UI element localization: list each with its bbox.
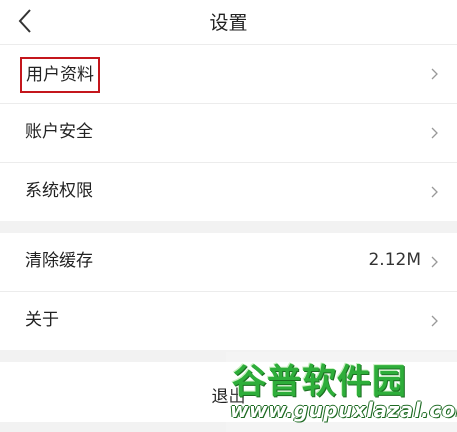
row-label: 关于: [25, 310, 59, 330]
page-title: 设置: [209, 12, 248, 34]
chevron-right-icon: [431, 68, 438, 80]
row-account-security[interactable]: 账户安全: [0, 104, 457, 163]
row-about[interactable]: 关于: [0, 292, 457, 350]
cache-size-value: 2.12M: [368, 250, 421, 270]
row-system-permissions[interactable]: 系统权限: [0, 163, 457, 221]
row-label: 账户安全: [25, 122, 93, 142]
watermark-url: www.gupuxlazal.com: [230, 398, 457, 422]
settings-group-account: 用户资料 账户安全 系统权限: [0, 45, 457, 221]
row-label: 清除缓存: [25, 251, 93, 271]
chevron-right-icon: [431, 256, 438, 268]
header-bar: 设置: [0, 0, 457, 45]
row-label: 系统权限: [25, 181, 93, 201]
settings-group-app: 清除缓存 2.12M 关于: [0, 233, 457, 350]
row-clear-cache[interactable]: 清除缓存 2.12M: [0, 233, 457, 292]
watermark-logo: 谷普软件园 www.gupuxlazal.com: [226, 352, 457, 432]
row-user-profile[interactable]: 用户资料: [0, 45, 457, 104]
chevron-right-icon: [431, 315, 438, 327]
chevron-right-icon: [431, 186, 438, 198]
row-label: 用户资料: [20, 57, 100, 93]
watermark-title: 谷普软件园: [232, 362, 407, 402]
chevron-right-icon: [431, 127, 438, 139]
